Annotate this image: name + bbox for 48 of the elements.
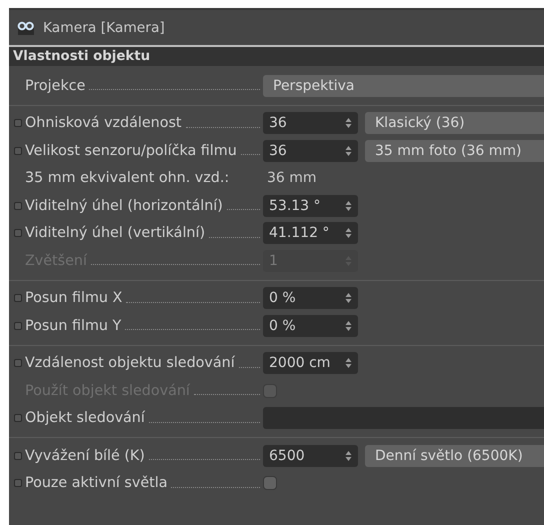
property-label: Viditelný úhel (horizontální) (24, 198, 223, 214)
property-label: Posun filmu X (24, 290, 122, 306)
number-field[interactable]: 36 (263, 112, 358, 134)
property-label: Ohnisková vzdálenost (24, 115, 182, 132)
keyframe-toggle[interactable] (14, 414, 22, 422)
property-label: Velikost senzoru/políčka filmu (24, 142, 237, 159)
spinner-icon[interactable] (345, 450, 352, 462)
keyframe-toggle[interactable] (14, 294, 22, 302)
window-title: Kamera [Kamera] (43, 20, 165, 36)
preset-dropdown[interactable]: Denní světlo (6500K) (365, 444, 544, 467)
keyframe-toggle[interactable] (14, 229, 22, 238)
number-field[interactable]: 2000 cm (263, 352, 358, 374)
keyframe-toggle[interactable] (14, 452, 22, 460)
spinner-icon[interactable] (345, 117, 352, 130)
section-title: Vlastnosti objektu (13, 49, 150, 64)
spinner-icon[interactable] (345, 144, 352, 157)
property-label: Vyvážení bílé (K) (24, 448, 145, 464)
property-label: Pouze aktivní světla (24, 475, 168, 492)
spinner-icon[interactable] (345, 292, 352, 304)
object-link-field[interactable] (263, 407, 544, 430)
number-field[interactable]: 6500 (263, 444, 358, 467)
spinner-icon[interactable] (345, 357, 352, 370)
property-label: 35 mm ekvivalent ohn. vzd.: (24, 170, 230, 186)
number-field[interactable]: 0 % (263, 287, 358, 310)
checkbox[interactable] (263, 476, 277, 490)
keyframe-toggle[interactable] (14, 359, 22, 368)
camera-icon (17, 20, 35, 34)
number-field[interactable]: 0 % (263, 314, 358, 337)
projection-dropdown[interactable]: Perspektiva (263, 74, 544, 97)
number-field[interactable]: 36 (263, 140, 358, 162)
preset-dropdown[interactable]: Klasický (36) (365, 112, 544, 134)
preset-dropdown[interactable]: 35 mm foto (36 mm) (365, 140, 544, 162)
keyframe-toggle[interactable] (14, 119, 22, 128)
property-label: Viditelný úhel (vertikální) (24, 225, 206, 242)
keyframe-toggle[interactable] (14, 479, 22, 488)
value-text: 36 mm (266, 170, 317, 186)
property-label: Objekt sledování (24, 410, 145, 426)
spinner-icon[interactable] (345, 200, 352, 212)
property-label: Posun filmu Y (24, 318, 122, 334)
number-field[interactable]: 53.13 ° (263, 194, 358, 217)
property-label: Vzdálenost objektu sledování (24, 355, 235, 372)
keyframe-toggle[interactable] (14, 322, 22, 330)
spinner-icon[interactable] (345, 320, 352, 332)
number-field[interactable]: 41.112 ° (263, 222, 358, 244)
property-label: Projekce (24, 78, 86, 94)
keyframe-toggle[interactable] (14, 146, 22, 155)
spinner-icon[interactable] (345, 227, 352, 240)
keyframe-toggle[interactable] (14, 202, 22, 210)
